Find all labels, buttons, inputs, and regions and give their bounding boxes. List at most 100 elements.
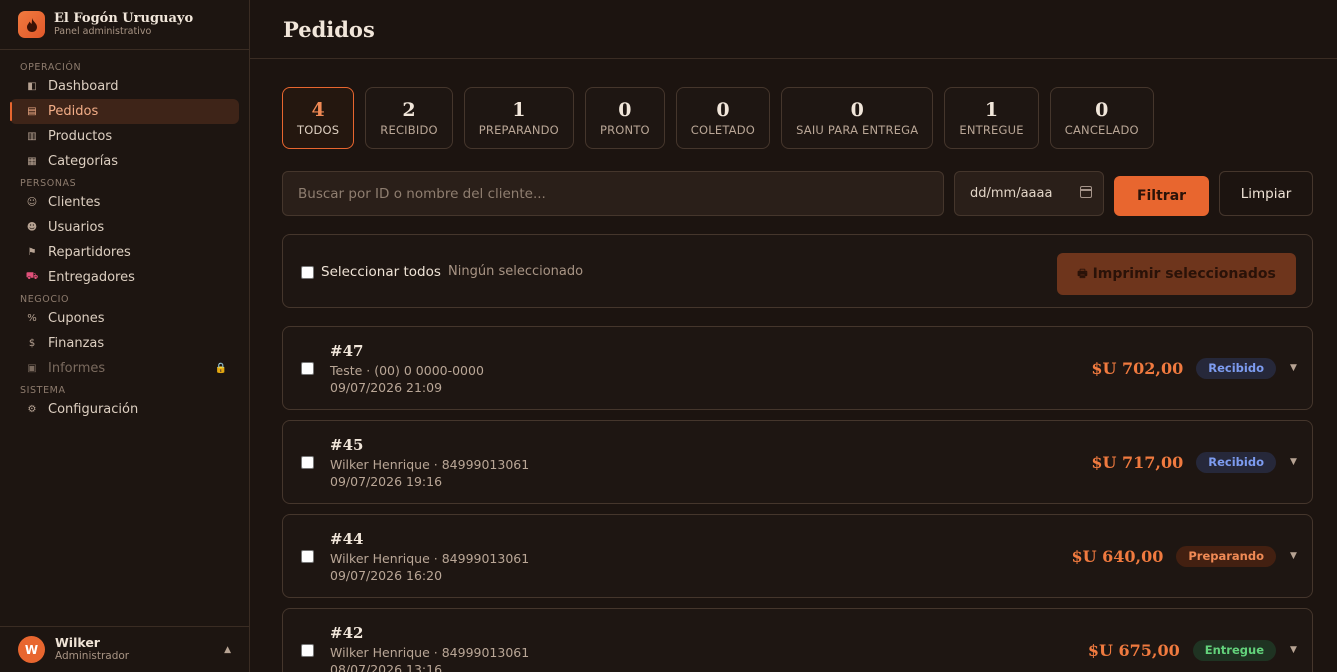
- order-card[interactable]: #45 Wilker Henrique · 84999013061 09/07/…: [282, 420, 1313, 504]
- sidebar-item-label: Dashboard: [48, 79, 119, 94]
- sidebar-item-cupones[interactable]: % Cupones: [10, 306, 239, 331]
- order-summary: $U 717,00 Recibido ▼: [1091, 450, 1298, 474]
- flag-icon: ⚑: [27, 247, 37, 258]
- order-card[interactable]: #44 Wilker Henrique · 84999013061 09/07/…: [282, 514, 1313, 598]
- order-customer: Wilker Henrique · 84999013061: [330, 645, 530, 660]
- orders-list: #47 Teste · (00) 0 0000-0000 09/07/2026 …: [282, 326, 1313, 672]
- tab-count: 1: [984, 99, 999, 121]
- topbar: Pedidos: [250, 0, 1337, 59]
- sidebar-item-informes: ▣ Informes 🔒: [10, 356, 239, 381]
- order-id: #42: [330, 624, 364, 642]
- sidebar-item-configuracion[interactable]: ⚙ Configuración: [10, 397, 239, 422]
- reports-icon: ▣: [27, 363, 37, 374]
- nav-section-title: SISTEMA: [20, 385, 66, 396]
- user-name: Wilker: [55, 635, 100, 650]
- tab-label: PRONTO: [599, 123, 650, 137]
- brand-subtitle: Panel administrativo: [54, 26, 152, 37]
- date-placeholder: dd/mm/aaaa: [970, 186, 1053, 201]
- order-total: $U 675,00: [1087, 640, 1180, 660]
- calendar-icon[interactable]: [1080, 186, 1092, 198]
- order-summary: $U 702,00 Recibido ▼: [1091, 356, 1298, 380]
- status-badge: Entregue: [1192, 639, 1276, 661]
- user-menu[interactable]: W Wilker Administrador ▲: [0, 626, 249, 672]
- page-title: Pedidos: [283, 16, 375, 42]
- search-input[interactable]: Buscar por ID o nombre del cliente...: [282, 171, 944, 216]
- sidebar-item-label: Entregadores: [48, 270, 135, 285]
- sidebar-item-clientes[interactable]: ☺ Clientes: [10, 190, 239, 215]
- date-input[interactable]: dd/mm/aaaa: [954, 171, 1104, 216]
- sidebar-item-dashboard[interactable]: ◧ Dashboard: [10, 74, 239, 99]
- sidebar: El Fogón Uruguayo Panel administrativo O…: [0, 0, 250, 672]
- products-icon: ▥: [27, 131, 37, 142]
- nav-section-title: NEGOCIO: [20, 294, 70, 305]
- sidebar-item-finanzas[interactable]: $ Finanzas: [10, 331, 239, 356]
- sidebar-item-entregadores[interactable]: ⛟ Entregadores: [10, 265, 239, 290]
- order-summary: $U 640,00 Preparando ▼: [1071, 544, 1298, 568]
- tab-label: ENTREGUE: [959, 123, 1024, 137]
- orders-icon: ▤: [27, 106, 37, 117]
- dollar-icon: $: [28, 338, 36, 349]
- selection-bar: Seleccionar todos Ningún seleccionado 🖶 …: [282, 234, 1313, 308]
- order-checkbox[interactable]: [301, 456, 314, 469]
- sidebar-item-repartidores[interactable]: ⚑ Repartidores: [10, 240, 239, 265]
- clear-button[interactable]: Limpiar: [1219, 171, 1313, 216]
- order-card[interactable]: #42 Wilker Henrique · 84999013061 08/07/…: [282, 608, 1313, 672]
- sidebar-item-productos[interactable]: ▥ Productos: [10, 124, 239, 149]
- tab-entregue[interactable]: 1 ENTREGUE: [944, 87, 1039, 149]
- tab-label: TODOS: [297, 123, 340, 137]
- sidebar-nav: OPERACIÓN ◧ Dashboard ▤ Pedidos ▥ Productos ▦ Ca…: [0, 50, 249, 422]
- selection-status: Ningún seleccionado: [448, 264, 584, 279]
- sidebar-item-label: Configuración: [48, 402, 139, 417]
- order-date: 09/07/2026 19:16: [330, 474, 443, 489]
- tab-count: 1: [512, 99, 526, 121]
- nav-section-title: OPERACIÓN: [20, 62, 82, 73]
- order-card[interactable]: #47 Teste · (00) 0 0000-0000 09/07/2026 …: [282, 326, 1313, 410]
- tab-preparando[interactable]: 1 PREPARANDO: [463, 87, 574, 149]
- percent-icon: %: [27, 313, 37, 324]
- sidebar-item-categorias[interactable]: ▦ Categorías: [10, 149, 239, 174]
- chevron-down-icon[interactable]: ▼: [1290, 457, 1298, 467]
- clients-icon: ☺: [26, 197, 38, 208]
- print-selected-button[interactable]: 🖶 Imprimir seleccionados: [1057, 253, 1296, 295]
- order-checkbox[interactable]: [301, 644, 314, 657]
- user-role: Administrador: [55, 650, 130, 662]
- tab-count: 0: [716, 99, 730, 121]
- order-id: #45: [330, 436, 364, 454]
- sidebar-item-label: Informes: [48, 361, 106, 376]
- chevron-down-icon[interactable]: ▼: [1290, 363, 1298, 373]
- tab-recibido[interactable]: 2 RECIBIDO: [365, 87, 453, 149]
- lock-icon: 🔒: [214, 363, 227, 374]
- order-customer: Wilker Henrique · 84999013061: [330, 457, 530, 472]
- status-badge: Recibido: [1196, 357, 1276, 379]
- caret-up-icon[interactable]: ▲: [224, 645, 231, 655]
- dashboard-icon: ◧: [27, 81, 37, 92]
- nav-section-title: PERSONAS: [20, 178, 77, 189]
- sidebar-item-usuarios[interactable]: ☻ Usuarios: [10, 215, 239, 240]
- chevron-down-icon[interactable]: ▼: [1290, 551, 1298, 561]
- sidebar-item-pedidos[interactable]: ▤ Pedidos: [10, 99, 239, 124]
- users-icon: ☻: [26, 222, 38, 233]
- select-all-checkbox[interactable]: [301, 266, 314, 279]
- order-checkbox[interactable]: [301, 362, 314, 375]
- order-date: 09/07/2026 16:20: [330, 568, 443, 583]
- filters-bar: Buscar por ID o nombre del cliente... dd…: [282, 171, 1313, 216]
- status-badge: Recibido: [1196, 451, 1276, 473]
- print-selected-label: Imprimir seleccionados: [1092, 266, 1276, 282]
- tab-coletado[interactable]: 0 COLETADO: [675, 87, 771, 149]
- filter-button[interactable]: Filtrar: [1114, 176, 1209, 216]
- tab-todos[interactable]: 4 TODOS: [282, 87, 355, 149]
- order-customer: Wilker Henrique · 84999013061: [330, 551, 530, 566]
- sidebar-item-label: Clientes: [48, 195, 101, 210]
- order-checkbox[interactable]: [301, 550, 314, 563]
- sidebar-item-label: Pedidos: [48, 104, 99, 119]
- chevron-down-icon[interactable]: ▼: [1290, 645, 1298, 655]
- tab-saiu-para-entrega[interactable]: 0 SAIU PARA ENTREGA: [781, 87, 934, 149]
- tab-pronto[interactable]: 0 PRONTO: [584, 87, 665, 149]
- brand[interactable]: El Fogón Uruguayo Panel administrativo: [0, 0, 249, 50]
- sidebar-item-label: Cupones: [48, 311, 105, 326]
- select-all-label[interactable]: Seleccionar todos: [321, 264, 441, 280]
- tab-cancelado[interactable]: 0 CANCELADO: [1049, 87, 1154, 149]
- order-total: $U 640,00: [1071, 546, 1164, 566]
- order-customer: Teste · (00) 0 0000-0000: [330, 363, 484, 378]
- order-total: $U 702,00: [1091, 358, 1184, 378]
